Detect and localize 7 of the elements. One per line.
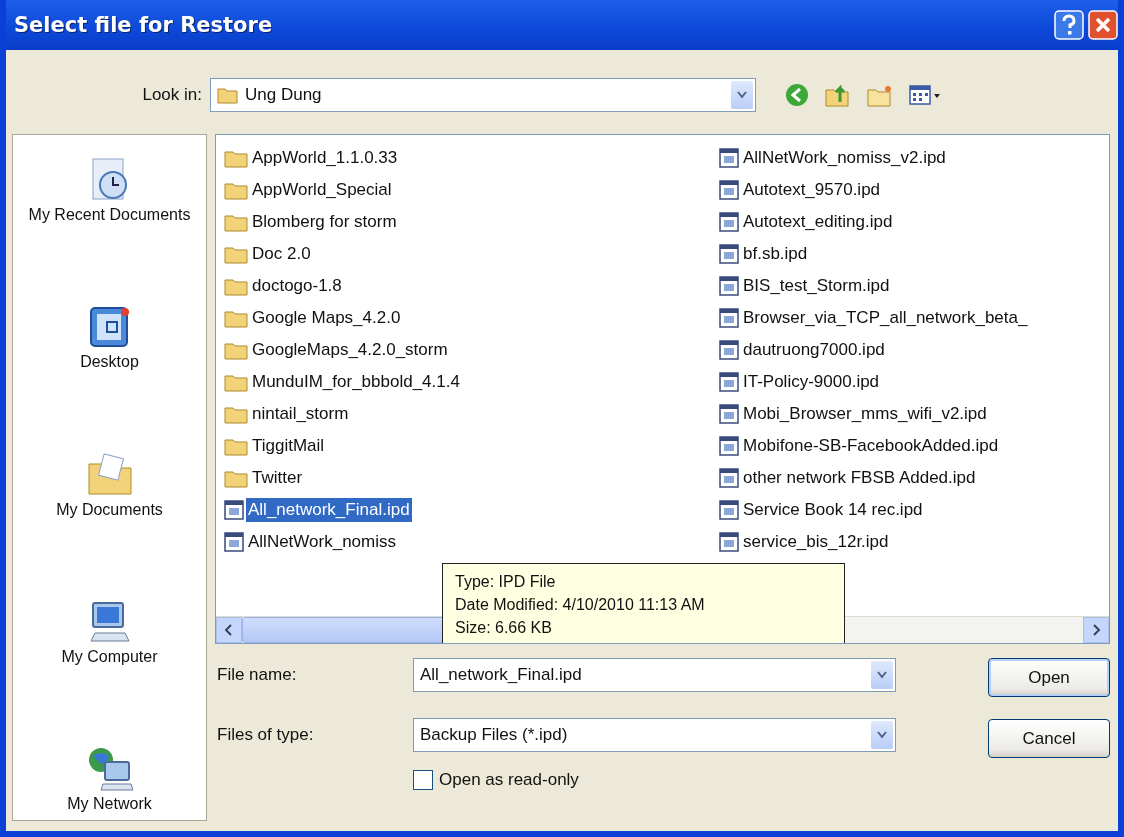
- file-type-label: Files of type:: [216, 725, 315, 745]
- file-name-label: File name:: [216, 665, 298, 685]
- tooltip-text: Size: 6.66 KB: [455, 618, 553, 638]
- look-in-label: Look in:: [141, 85, 202, 105]
- window-title: Select file for Restore: [14, 13, 273, 37]
- tooltip-text: Type: IPD File: [455, 572, 557, 592]
- tooltip-text: Date Modified: 4/10/2010 11:13 AM: [455, 595, 706, 615]
